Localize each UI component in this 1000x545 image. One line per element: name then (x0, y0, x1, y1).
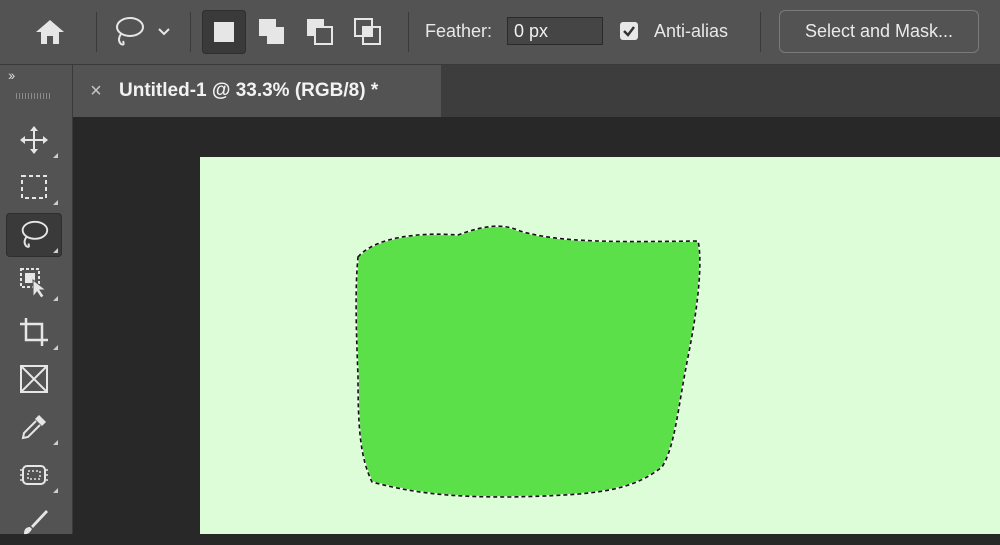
intersect-selection-icon (354, 18, 381, 45)
separator (190, 12, 191, 52)
subtract-selection-icon (307, 19, 333, 45)
checkmark-icon (623, 26, 635, 37)
patch-icon (20, 465, 48, 485)
tool-preset-picker[interactable] (106, 10, 176, 54)
marquee-tool[interactable] (6, 165, 62, 209)
patch-tool[interactable] (6, 453, 62, 497)
separator (408, 12, 409, 52)
home-icon (36, 20, 64, 44)
subtract-from-selection-button[interactable] (298, 10, 342, 54)
frame-icon (20, 365, 48, 393)
workspace (73, 117, 1000, 534)
separator (96, 12, 97, 52)
object-select-icon (20, 268, 48, 299)
panel-grip-handle[interactable] (16, 93, 52, 99)
add-selection-icon (259, 19, 284, 44)
options-bar: Feather: Anti-alias Select and Mask... (0, 0, 1000, 65)
move-tool[interactable] (6, 118, 62, 162)
intersect-selection-button[interactable] (346, 10, 390, 54)
eyedropper-tool[interactable] (6, 405, 62, 449)
new-selection-icon (214, 22, 234, 42)
separator (760, 12, 761, 52)
collapse-panel-button[interactable]: ›› (8, 67, 15, 83)
document-canvas[interactable] (200, 157, 1000, 534)
new-selection-button[interactable] (202, 10, 246, 54)
lasso-icon (21, 220, 49, 248)
document-tab-title: Untitled-1 @ 33.3% (RGB/8) * (119, 80, 379, 101)
crop-tool[interactable] (6, 310, 62, 354)
tools-panel: ›› (0, 65, 73, 535)
lasso-icon (116, 17, 144, 46)
anti-alias-label: Anti-alias (654, 21, 729, 41)
document-tab-bar: × Untitled-1 @ 33.3% (RGB/8) * (73, 65, 1000, 117)
close-tab-icon[interactable]: × (87, 80, 105, 103)
green-shape (356, 226, 700, 498)
home-button[interactable] (28, 10, 72, 54)
canvas-artwork (355, 225, 701, 498)
chevron-down-icon (158, 28, 170, 36)
frame-tool[interactable] (6, 357, 62, 401)
document-tab[interactable]: × Untitled-1 @ 33.3% (RGB/8) * (73, 65, 441, 117)
feather-input[interactable] (507, 17, 603, 45)
select-and-mask-button[interactable]: Select and Mask... (779, 10, 979, 53)
eyedropper-icon (21, 415, 46, 440)
anti-alias-checkbox[interactable] (620, 22, 638, 40)
move-icon (20, 126, 48, 154)
marquee-icon (21, 175, 47, 199)
crop-icon (20, 318, 48, 346)
object-selection-tool[interactable] (6, 261, 62, 305)
brush-tool[interactable] (6, 501, 62, 545)
feather-label: Feather: (425, 21, 493, 41)
add-to-selection-button[interactable] (250, 10, 294, 54)
lasso-tool[interactable] (6, 213, 62, 257)
